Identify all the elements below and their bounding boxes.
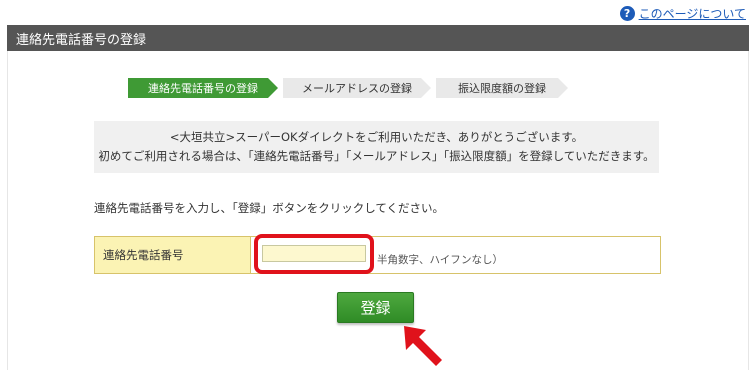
phone-field-label: 連絡先電話番号 xyxy=(95,237,251,273)
intro-box: <大垣共立>スーパーOKダイレクトをご利用いただき、ありがとうございます。 初め… xyxy=(94,121,659,173)
page-header: 連絡先電話番号の登録 xyxy=(7,25,749,51)
step-email: メールアドレスの登録 xyxy=(283,78,431,98)
help-link-label: このページについて xyxy=(638,6,746,21)
step-phone: 連絡先電話番号の登録 xyxy=(128,78,278,98)
phone-field-label-text: 連絡先電話番号 xyxy=(103,248,184,262)
question-circle-icon: ? xyxy=(619,5,635,21)
step-phone-label: 連絡先電話番号の登録 xyxy=(148,82,258,95)
phone-number-input[interactable] xyxy=(262,245,366,262)
help-link[interactable]: ? このページについて xyxy=(619,4,746,22)
intro-line-2: 初めてご利用される場合は、「連絡先電話番号」「メールアドレス」「振込限度額」を登… xyxy=(98,149,655,163)
pointer-arrow-icon xyxy=(404,326,442,366)
register-button-label: 登録 xyxy=(360,299,391,317)
step-transfer-limit: 振込限度額の登録 xyxy=(436,78,568,98)
register-button[interactable]: 登録 xyxy=(337,292,414,323)
instruction-text: 連絡先電話番号を入力し、「登録」ボタンをクリックしてください。 xyxy=(94,201,445,215)
input-hint: 半角数字、ハイフンなし） xyxy=(377,254,503,266)
step-email-label: メールアドレスの登録 xyxy=(302,82,412,95)
page-title: 連絡先電話番号の登録 xyxy=(16,32,147,48)
intro-line-1: <大垣共立>スーパーOKダイレクトをご利用いただき、ありがとうございます。 xyxy=(169,130,584,144)
step-transfer-limit-label: 振込限度額の登録 xyxy=(458,82,546,95)
